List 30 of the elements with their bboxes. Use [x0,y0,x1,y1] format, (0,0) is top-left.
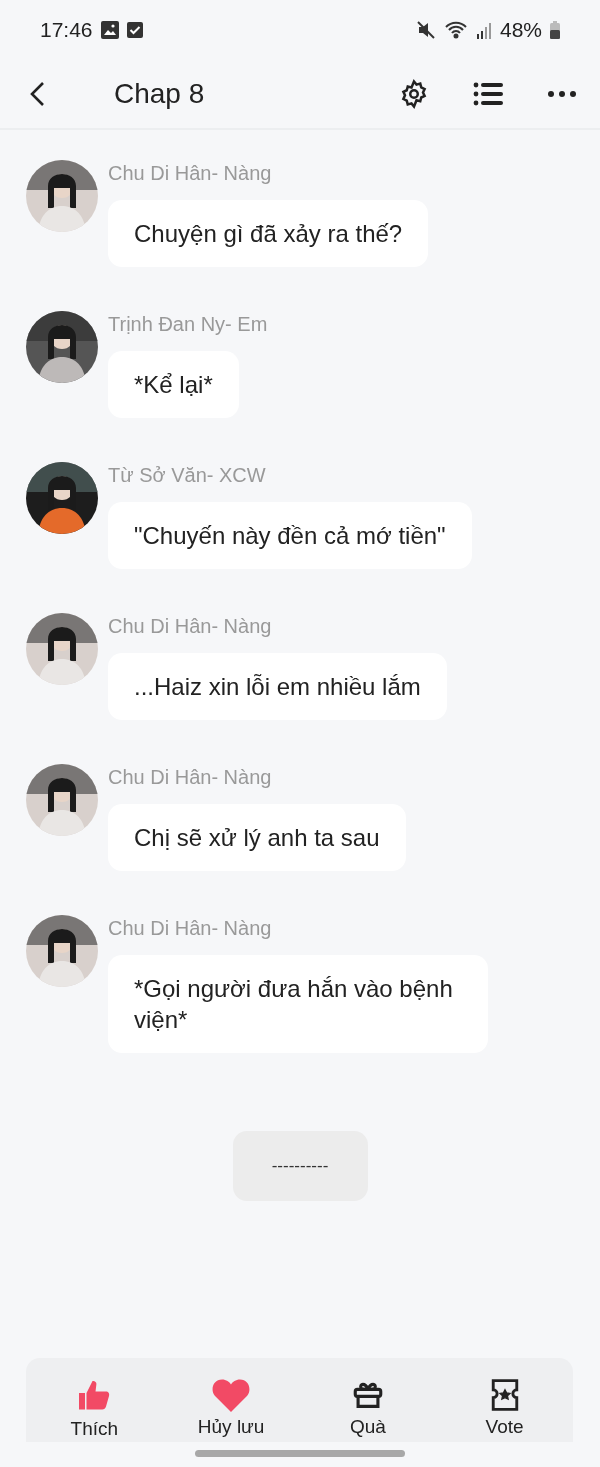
sender-name: Chu Di Hân- Nàng [108,917,272,941]
list-icon [473,81,503,107]
sender-name: Chu Di Hân- Nàng [108,615,272,639]
sender-name: Trịnh Đan Ny- Em [108,313,268,337]
sender-name: Chu Di Hân- Nàng [108,766,272,790]
settings-icon [399,79,429,109]
divider-bubble: ---------- [232,1131,368,1201]
heart-button[interactable]: Hủy lưu [162,1358,300,1442]
message-bubble: "Chuyến này đền cả mớ tiền" [108,502,472,569]
ticket-button[interactable]: Vote [436,1358,573,1442]
message-bubble: Chị sẽ xử lý anh ta sau [108,804,406,871]
chapter-title: Chap 8 [114,78,206,110]
message-bubble: *Kể lại* [108,351,239,418]
wifi-icon [443,20,468,40]
clock: 17:46 [40,18,93,42]
mute-icon [415,20,436,40]
sender-name: Chu Di Hân- Nàng [108,162,272,186]
message-bubble: Chuyện gì đã xảy ra thế? [108,200,429,267]
signal-icon [475,21,492,39]
image-icon [100,21,119,39]
checkbox-icon [126,22,143,38]
more-icon [547,90,577,98]
message-bubble: ...Haiz xin lỗi em nhiều lắm [108,653,447,720]
like-button[interactable]: Thích [26,1358,163,1442]
sender-name: Từ Sở Văn- XCW [108,464,266,488]
message-bubble: *Gọi người đưa hắn vào bệnh viện* [108,955,488,1053]
battery-percent: 48% [499,18,542,42]
battery-icon [550,21,560,39]
heart-icon [211,1378,252,1412]
gift-button[interactable]: Quà [299,1358,437,1442]
